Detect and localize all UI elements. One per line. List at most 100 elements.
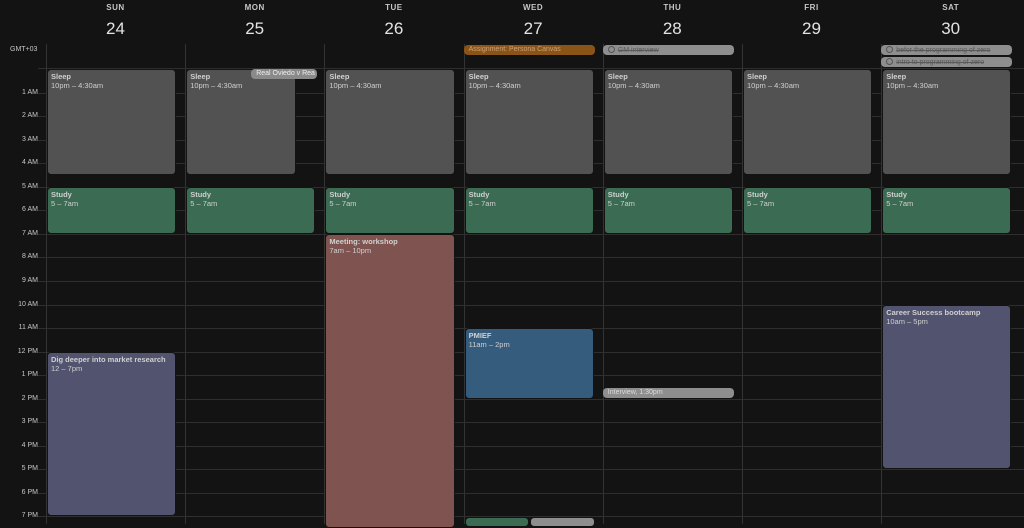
day-header-mon[interactable]: MON 25 — [185, 0, 324, 39]
event-time: 10pm – 4:30am — [51, 81, 104, 90]
day-header-tue[interactable]: TUE 26 — [324, 0, 463, 39]
event-title: Dig deeper into market research — [51, 354, 166, 364]
hour-label: 4 PM — [21, 441, 38, 449]
allday-assignment[interactable]: Assignment: Persona Canvas — [463, 45, 595, 55]
event-sleep[interactable]: Sleep 10pm – 4:30am — [186, 69, 296, 175]
event-pmief[interactable]: PMIEF 11am – 2pm — [464, 328, 594, 399]
event-study[interactable]: Study 5 – 7am — [325, 186, 455, 234]
event-wed-evening-2[interactable] — [530, 517, 595, 527]
event-time: 10pm – 4:30am — [607, 81, 660, 90]
event-meeting-workshop[interactable]: Meeting: workshop 7am – 10pm — [325, 233, 455, 528]
hour-label: 7 PM — [21, 512, 38, 520]
event-study[interactable]: Study 5 – 7am — [464, 186, 594, 234]
event-title: Study — [51, 189, 72, 199]
event-title: Sleep — [51, 72, 72, 81]
hour-grid-line — [38, 304, 1024, 306]
allday-task-intro[interactable]: intro to programming of zero — [881, 57, 1013, 67]
day-of-week: WED — [523, 3, 544, 12]
event-title: Career Success bootcamp — [886, 307, 981, 317]
chip-label: befor the programming of zero — [896, 47, 991, 54]
event-career-bootcamp[interactable]: Career Success bootcamp 10am – 5pm — [882, 304, 1012, 470]
chip-label: GM interview — [617, 47, 659, 54]
event-time: 10am – 5pm — [886, 316, 928, 326]
event-time: 10pm – 4:30am — [329, 81, 382, 90]
event-title: PMIEF — [468, 331, 492, 341]
event-title: Sleep — [607, 72, 628, 81]
event-title: Sleep — [468, 72, 489, 81]
day-number[interactable]: 25 — [185, 19, 324, 39]
task-done-icon — [886, 58, 894, 65]
event-time: 5 – 7am — [329, 198, 357, 208]
hour-label: 2 PM — [21, 394, 38, 402]
hour-grid-line — [38, 445, 1024, 447]
event-time: 11am – 2pm — [468, 340, 510, 350]
day-header-fri[interactable]: FRI 29 — [742, 0, 881, 39]
event-time: 5 – 7am — [886, 198, 914, 208]
event-title: Meeting: workshop — [329, 236, 398, 246]
day-of-week: SAT — [942, 3, 960, 12]
hour-grid-line — [38, 280, 1024, 282]
day-of-week: SUN — [106, 3, 125, 12]
event-title: Sleep — [886, 72, 907, 81]
hour-label: 11 AM — [18, 324, 38, 332]
event-time: 5 – 7am — [190, 198, 218, 208]
hour-grid-line — [38, 469, 1024, 471]
day-header-thu[interactable]: THU 28 — [603, 0, 742, 39]
day-header-sat[interactable]: SAT 30 — [881, 0, 1020, 39]
event-sleep[interactable]: Sleep 10pm – 4:30am — [47, 69, 177, 175]
hour-grid-line — [38, 422, 1024, 424]
event-sleep[interactable]: Sleep 10pm – 4:30am — [743, 69, 873, 175]
day-number[interactable]: 29 — [742, 19, 881, 39]
event-time: 10pm – 4:30am — [886, 81, 939, 90]
event-market-research[interactable]: Dig deeper into market research 12 – 7pm — [47, 351, 177, 517]
hour-grid-line — [38, 257, 1024, 259]
hour-label: 5 PM — [21, 465, 38, 473]
event-real-oviedo[interactable]: Real Oviedo v Rea — [251, 69, 318, 79]
chip-label: Real Oviedo v Rea — [256, 70, 315, 77]
event-study[interactable]: Study 5 – 7am — [186, 186, 316, 234]
hour-label: 10 AM — [18, 300, 38, 308]
hour-grid-line — [38, 398, 1024, 400]
allday-gm-interview[interactable]: GM interview — [602, 45, 734, 55]
event-study[interactable]: Study 5 – 7am — [882, 186, 1012, 234]
event-time: 5 – 7am — [747, 198, 775, 208]
day-number[interactable]: 27 — [464, 19, 603, 39]
hour-label: 4 AM — [22, 159, 38, 167]
event-sleep[interactable]: Sleep 10pm – 4:30am — [325, 69, 455, 175]
day-of-week: THU — [663, 3, 682, 12]
task-done-icon — [607, 46, 615, 53]
hour-label: 1 PM — [21, 371, 38, 379]
hour-label: 3 PM — [21, 418, 38, 426]
hour-grid-line — [38, 492, 1024, 494]
day-of-week: TUE — [385, 3, 403, 12]
timezone-label: GMT+03 — [10, 46, 38, 53]
hour-label: 12 PM — [17, 347, 38, 355]
event-study[interactable]: Study 5 – 7am — [603, 186, 733, 234]
event-wed-evening-1[interactable] — [465, 517, 529, 527]
event-interview[interactable]: Interview, 1:30pm — [602, 387, 734, 398]
hour-label: 6 PM — [21, 488, 38, 496]
day-header-sun[interactable]: SUN 24 — [46, 0, 185, 39]
day-number[interactable]: 30 — [881, 19, 1020, 39]
event-title: Sleep — [747, 72, 768, 81]
day-number[interactable]: 26 — [324, 19, 463, 39]
event-sleep[interactable]: Sleep 10pm – 4:30am — [882, 69, 1012, 175]
day-number[interactable]: 24 — [46, 19, 185, 39]
allday-task-befor[interactable]: befor the programming of zero — [881, 45, 1013, 55]
day-header-wed[interactable]: WED 27 — [464, 0, 603, 39]
event-sleep[interactable]: Sleep 10pm – 4:30am — [464, 69, 594, 175]
hour-label: 2 AM — [22, 112, 38, 120]
event-study[interactable]: Study 5 – 7am — [743, 186, 873, 234]
day-number[interactable]: 28 — [603, 19, 742, 39]
event-study[interactable]: Study 5 – 7am — [47, 186, 177, 234]
event-title: Study — [329, 189, 351, 199]
event-sleep[interactable]: Sleep 10pm – 4:30am — [603, 69, 733, 175]
event-title: Study — [190, 189, 212, 199]
day-of-week: FRI — [804, 3, 819, 12]
hour-label: 8 AM — [22, 253, 38, 261]
hour-label: 1 AM — [22, 88, 38, 96]
event-time: 10pm – 4:30am — [190, 81, 243, 90]
event-title: Study — [747, 189, 768, 199]
event-time: 12 – 7pm — [51, 363, 83, 373]
event-title: Study — [886, 189, 908, 199]
